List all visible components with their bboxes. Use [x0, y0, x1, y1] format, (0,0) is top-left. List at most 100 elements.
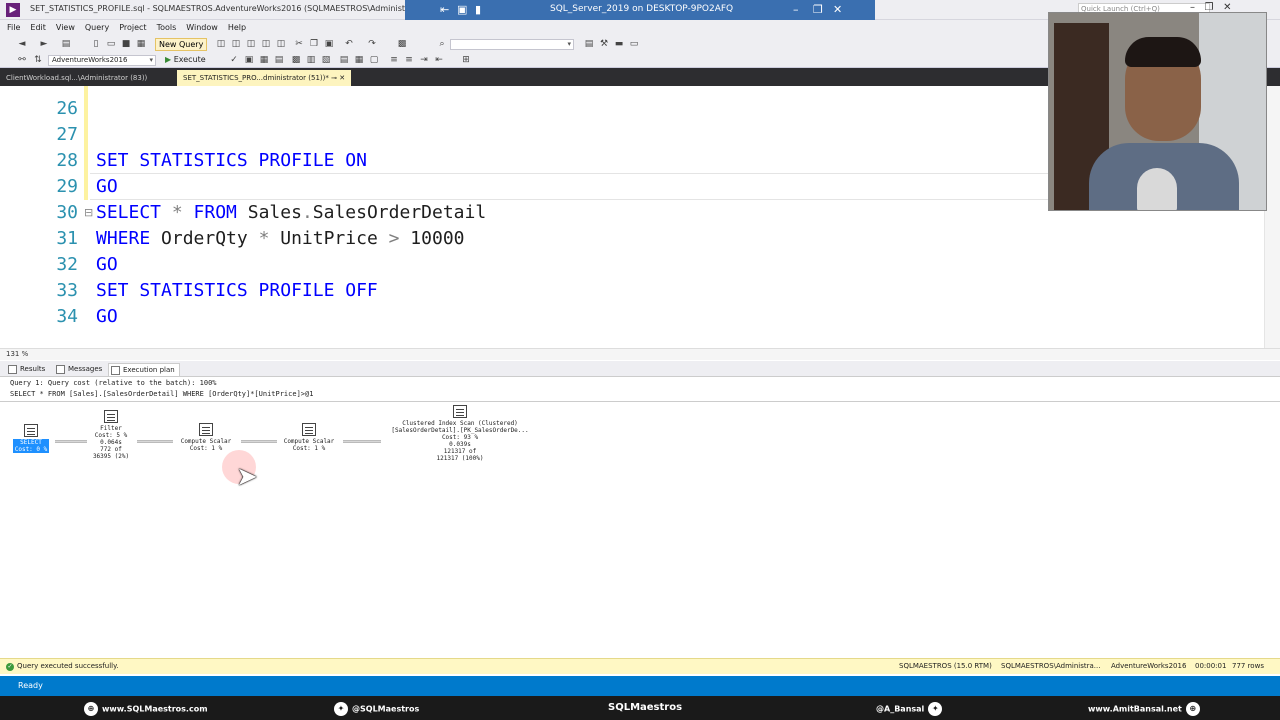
op-cost: Cost: 0 %	[14, 446, 48, 453]
display-plan-icon[interactable]: ▣	[243, 54, 255, 66]
close-icon[interactable]: ✕	[833, 3, 842, 17]
intellisense-icon[interactable]: ▤	[273, 54, 285, 66]
line-number: 26	[56, 98, 78, 119]
include-plan-icon[interactable]: ▩	[290, 54, 302, 66]
tab-pin-icon[interactable]: ⊸	[331, 74, 337, 82]
tab-execution-plan-label: Execution plan	[123, 366, 175, 374]
paste-icon[interactable]: ▣	[323, 38, 335, 50]
new-project-icon[interactable]: ▤	[60, 38, 72, 50]
connect-icon[interactable]: ⚯	[16, 54, 28, 66]
code-line[interactable]: GO	[96, 306, 118, 327]
client-stats-icon[interactable]: ▧	[320, 54, 332, 66]
live-stats-icon[interactable]: ▥	[305, 54, 317, 66]
tab-messages[interactable]: Messages	[54, 363, 106, 376]
database-select[interactable]: AdventureWorks2016	[48, 55, 156, 66]
query-dmx-icon[interactable]: ◫	[260, 38, 272, 50]
results-tabs: Results Messages Execution plan	[0, 361, 1280, 377]
menu-help[interactable]: Help	[223, 20, 251, 35]
menu-tools[interactable]: Tools	[152, 20, 182, 35]
outdent-icon[interactable]: ⇤	[433, 54, 445, 66]
code-line[interactable]: SET STATISTICS PROFILE ON	[96, 150, 367, 171]
new-file-icon[interactable]: ▯	[90, 38, 102, 50]
forward-icon[interactable]: ►	[38, 38, 50, 50]
query-db-icon[interactable]: ◫	[215, 38, 227, 50]
minimize-icon[interactable]: –	[793, 3, 799, 17]
specify-values-icon[interactable]: ⊞	[460, 54, 472, 66]
redo-icon[interactable]: ↷	[366, 38, 378, 50]
remote-session-title: SQL_Server_2019 on DESKTOP-9PO2AFQ	[550, 4, 734, 14]
execution-plan-pane[interactable]: Query 1: Query cost (relative to the bat…	[0, 377, 1280, 658]
code-line[interactable]: GO	[96, 254, 118, 275]
menu-file[interactable]: File	[2, 20, 25, 35]
tab-set-statistics-profile[interactable]: SET_STATISTICS_PRO...dministrator (51))*…	[177, 70, 352, 86]
menu-query[interactable]: Query	[80, 20, 114, 35]
signal-icon: ▮	[475, 3, 482, 16]
query-designer-icon[interactable]: ▦	[258, 54, 270, 66]
menu-view[interactable]: View	[51, 20, 80, 35]
indent-icon[interactable]: ⇥	[418, 54, 430, 66]
tab-execution-plan[interactable]: Execution plan	[108, 363, 180, 376]
results-file-icon[interactable]: ▢	[368, 54, 380, 66]
mouse-cursor-icon: ➤	[236, 462, 258, 492]
query-xmla-icon[interactable]: ◫	[275, 38, 287, 50]
execute-button[interactable]: ▶ Execute	[165, 55, 206, 64]
globe-icon: ⊕	[84, 702, 98, 716]
parse-icon[interactable]: ✓	[228, 54, 240, 66]
properties-icon[interactable]: ▤	[583, 38, 595, 50]
query-mdx-icon[interactable]: ◫	[245, 38, 257, 50]
success-icon: ✓	[6, 663, 14, 671]
back-icon[interactable]: ◄	[16, 38, 28, 50]
menu-project[interactable]: Project	[114, 20, 151, 35]
find-dropdown[interactable]	[450, 39, 574, 50]
wrench-icon[interactable]: ⚒	[598, 38, 610, 50]
tab-clientworkload[interactable]: ClientWorkload.sql...\Administrator (83)…	[0, 71, 153, 86]
save-icon[interactable]: ■	[120, 38, 132, 50]
clustered-index-scan-icon	[453, 405, 467, 418]
plan-op-filter[interactable]: Filter Cost: 5 % 0.064s 772 of 36395 (2%…	[86, 410, 136, 460]
solution-icon[interactable]: ▩	[396, 38, 408, 50]
line-number: 34	[56, 306, 78, 327]
cut-icon[interactable]: ✂	[293, 38, 305, 50]
pin-icon[interactable]: ⇤	[440, 3, 449, 17]
collapse-icon[interactable]: ⊟	[84, 206, 93, 219]
query-analysis-icon[interactable]: ◫	[230, 38, 242, 50]
window-layout-icon[interactable]: ▭	[628, 38, 640, 50]
toolbox-icon[interactable]: ▬	[613, 38, 625, 50]
results-grid-icon[interactable]: ▦	[353, 54, 365, 66]
op-select-box: SELECT Cost: 0 %	[12, 439, 50, 453]
lock-icon: ▣	[457, 3, 468, 16]
tab-results-label: Results	[20, 365, 46, 373]
code-line[interactable]: WHERE OrderQty * UnitPrice > 10000	[96, 228, 465, 249]
undo-icon[interactable]: ↶	[343, 38, 355, 50]
menu-window[interactable]: Window	[181, 20, 223, 35]
grid-icon	[8, 365, 17, 374]
op-rows: 121317 of	[443, 448, 477, 455]
save-all-icon[interactable]: ▦	[135, 38, 147, 50]
op-object: [SalesOrderDetail].[PK_SalesOrderDe...	[391, 427, 529, 434]
restore-icon[interactable]: ❐	[813, 3, 823, 17]
tab-results[interactable]: Results	[6, 363, 49, 376]
plan-op-compute-scalar-1[interactable]: Compute Scalar Cost: 1 %	[172, 423, 240, 452]
number-literal: 10000	[399, 228, 465, 249]
plan-op-clustered-index-scan[interactable]: Clustered Index Scan (Clustered) [SalesO…	[380, 405, 540, 462]
tab-close-icon[interactable]: ✕	[339, 74, 345, 82]
code-line[interactable]: SELECT * FROM Sales.SalesOrderDetail	[96, 202, 486, 223]
message-icon	[56, 365, 65, 374]
zoom-level-select[interactable]: 131 %	[6, 350, 28, 358]
menu-edit[interactable]: Edit	[25, 20, 51, 35]
footer-twitter-text: @SQLMaestros	[352, 704, 420, 714]
results-text-icon[interactable]: ▤	[338, 54, 350, 66]
plan-op-select[interactable]: SELECT Cost: 0 %	[8, 424, 54, 453]
new-query-button[interactable]: New Query	[155, 38, 208, 51]
code-line[interactable]: GO	[96, 176, 118, 197]
uncomment-icon[interactable]: ≡	[403, 54, 415, 66]
copy-icon[interactable]: ❐	[308, 38, 320, 50]
compute-scalar-icon	[199, 423, 213, 436]
plan-op-compute-scalar-2[interactable]: Compute Scalar Cost: 1 %	[276, 423, 342, 452]
change-connection-icon[interactable]: ⇅	[32, 54, 44, 66]
find-icon[interactable]: ⌕	[436, 38, 448, 50]
tab-label: SET_STATISTICS_PRO...dministrator (51))*	[183, 74, 329, 82]
open-icon[interactable]: ▭	[105, 38, 117, 50]
comment-icon[interactable]: ≡	[388, 54, 400, 66]
code-line[interactable]: SET STATISTICS PROFILE OFF	[96, 280, 378, 301]
